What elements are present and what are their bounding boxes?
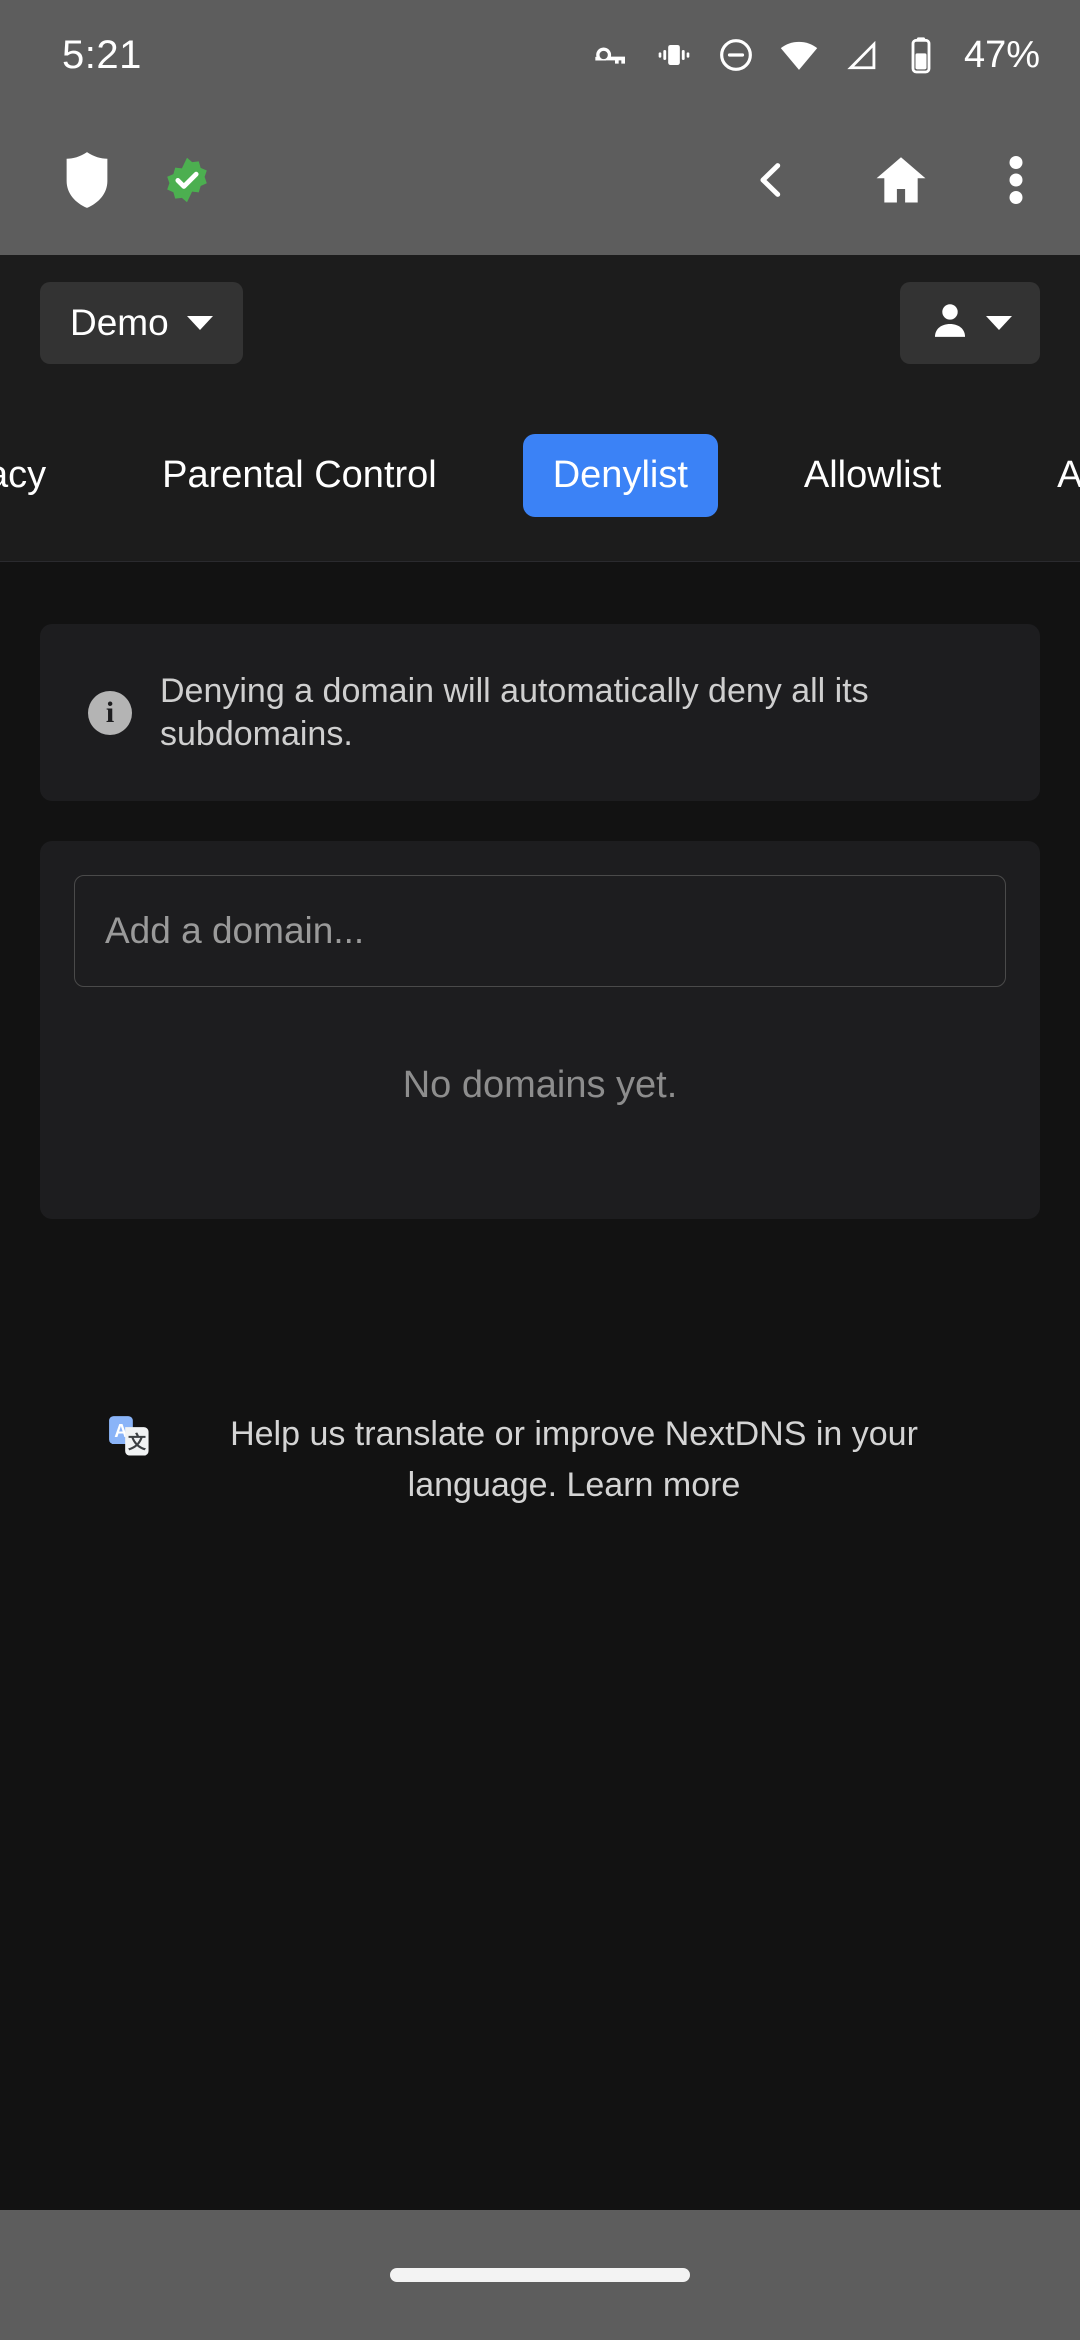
profile-selector-button[interactable]: Demo <box>40 281 243 364</box>
info-banner: i Denying a domain will automatically de… <box>40 624 1040 801</box>
chrome-nav-icons <box>748 150 1046 215</box>
denylist-page-content: i Denying a domain will automatically de… <box>0 562 1080 2210</box>
more-vertical-icon[interactable] <box>1008 150 1024 215</box>
wifi-icon <box>778 34 820 76</box>
chevron-down-icon <box>186 315 213 330</box>
gesture-home-pill[interactable] <box>390 2268 690 2282</box>
status-bar-clock: 5:21 <box>62 32 142 77</box>
chevron-down-icon <box>986 315 1012 330</box>
denylist-card: No domains yet. <box>40 841 1040 1219</box>
phone-screen: 5:21 47% Demo cy Parental Control Denyli… <box>0 0 1080 2340</box>
battery-icon <box>904 35 938 75</box>
system-status-bar: 5:21 47% <box>0 0 1080 110</box>
app-header: Demo <box>0 255 1080 390</box>
tab-privacy[interactable]: vacy <box>0 434 76 517</box>
system-navigation-bar <box>0 2210 1080 2340</box>
home-icon[interactable] <box>872 151 930 214</box>
vpn-key-icon <box>592 35 632 75</box>
tab-parental-control[interactable]: Parental Control <box>132 434 467 517</box>
do-not-disturb-icon <box>716 35 756 75</box>
add-domain-input[interactable] <box>74 875 1006 987</box>
tab-strip[interactable]: vacy Parental Control Denylist Allowlist… <box>0 390 1080 562</box>
status-bar-icons: 47% <box>592 34 1040 77</box>
verified-badge-icon <box>162 155 212 210</box>
empty-state-label: No domains yet. <box>402 1064 678 1106</box>
info-icon: i <box>88 690 132 735</box>
tab-analytics[interactable]: Analytics <box>1027 434 1080 517</box>
cell-signal-icon <box>842 35 882 75</box>
info-banner-text: Denying a domain will automatically deny… <box>160 672 869 753</box>
tab-denylist[interactable]: Denylist <box>522 434 718 517</box>
translate-footer-text[interactable]: Help us translate or improve NextDNS in … <box>174 1409 974 1511</box>
translate-icon: A 文 <box>106 1413 152 1464</box>
app-chrome-bar <box>0 110 1080 255</box>
translate-footer[interactable]: A 文 Help us translate or improve NextDNS… <box>100 1409 980 1511</box>
tab-allowlist[interactable]: Allowlist <box>774 434 971 517</box>
account-menu-button[interactable] <box>900 281 1040 364</box>
back-chevron-icon[interactable] <box>748 157 794 208</box>
vibrate-icon <box>654 35 694 75</box>
shield-icon <box>60 149 114 216</box>
profile-name-label: Demo <box>70 301 169 343</box>
svg-text:文: 文 <box>128 1431 147 1452</box>
battery-percent-label: 47% <box>963 33 1040 76</box>
person-icon <box>928 298 972 347</box>
chrome-left-icons <box>60 149 212 216</box>
